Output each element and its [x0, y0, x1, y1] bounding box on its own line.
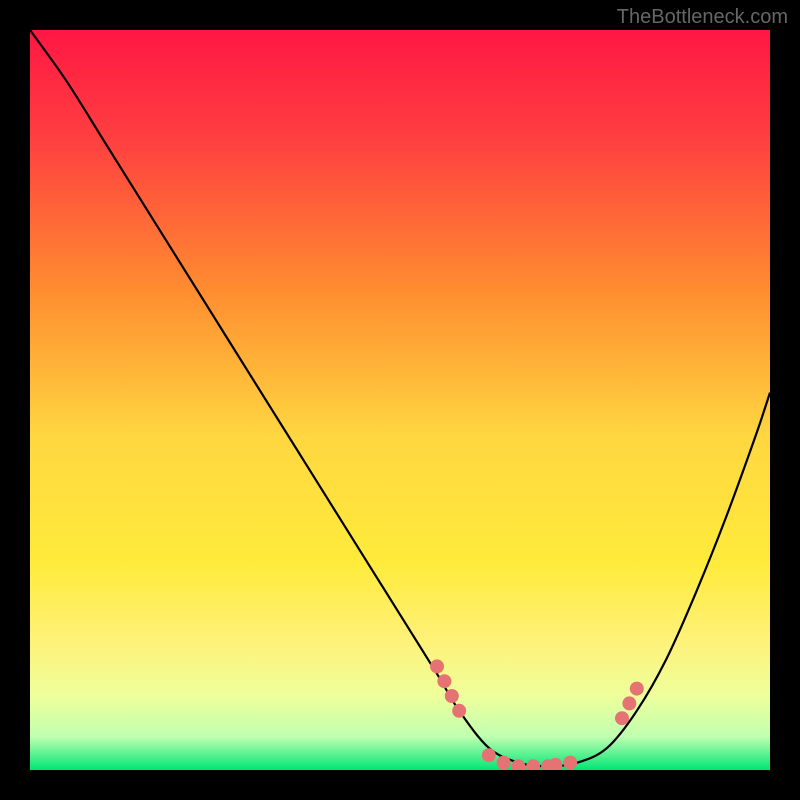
marker-point — [630, 682, 644, 696]
marker-point — [482, 748, 496, 762]
marker-point — [622, 696, 636, 710]
marker-point — [452, 704, 466, 718]
bottleneck-curve — [30, 30, 770, 766]
marker-point — [497, 756, 511, 770]
highlighted-points — [430, 659, 644, 770]
marker-point — [430, 659, 444, 673]
marker-point — [437, 674, 451, 688]
chart-svg — [30, 30, 770, 770]
watermark-text: TheBottleneck.com — [617, 6, 788, 29]
marker-point — [526, 759, 540, 770]
marker-point — [615, 711, 629, 725]
marker-point — [445, 689, 459, 703]
marker-point — [548, 758, 562, 770]
marker-point — [563, 756, 577, 770]
